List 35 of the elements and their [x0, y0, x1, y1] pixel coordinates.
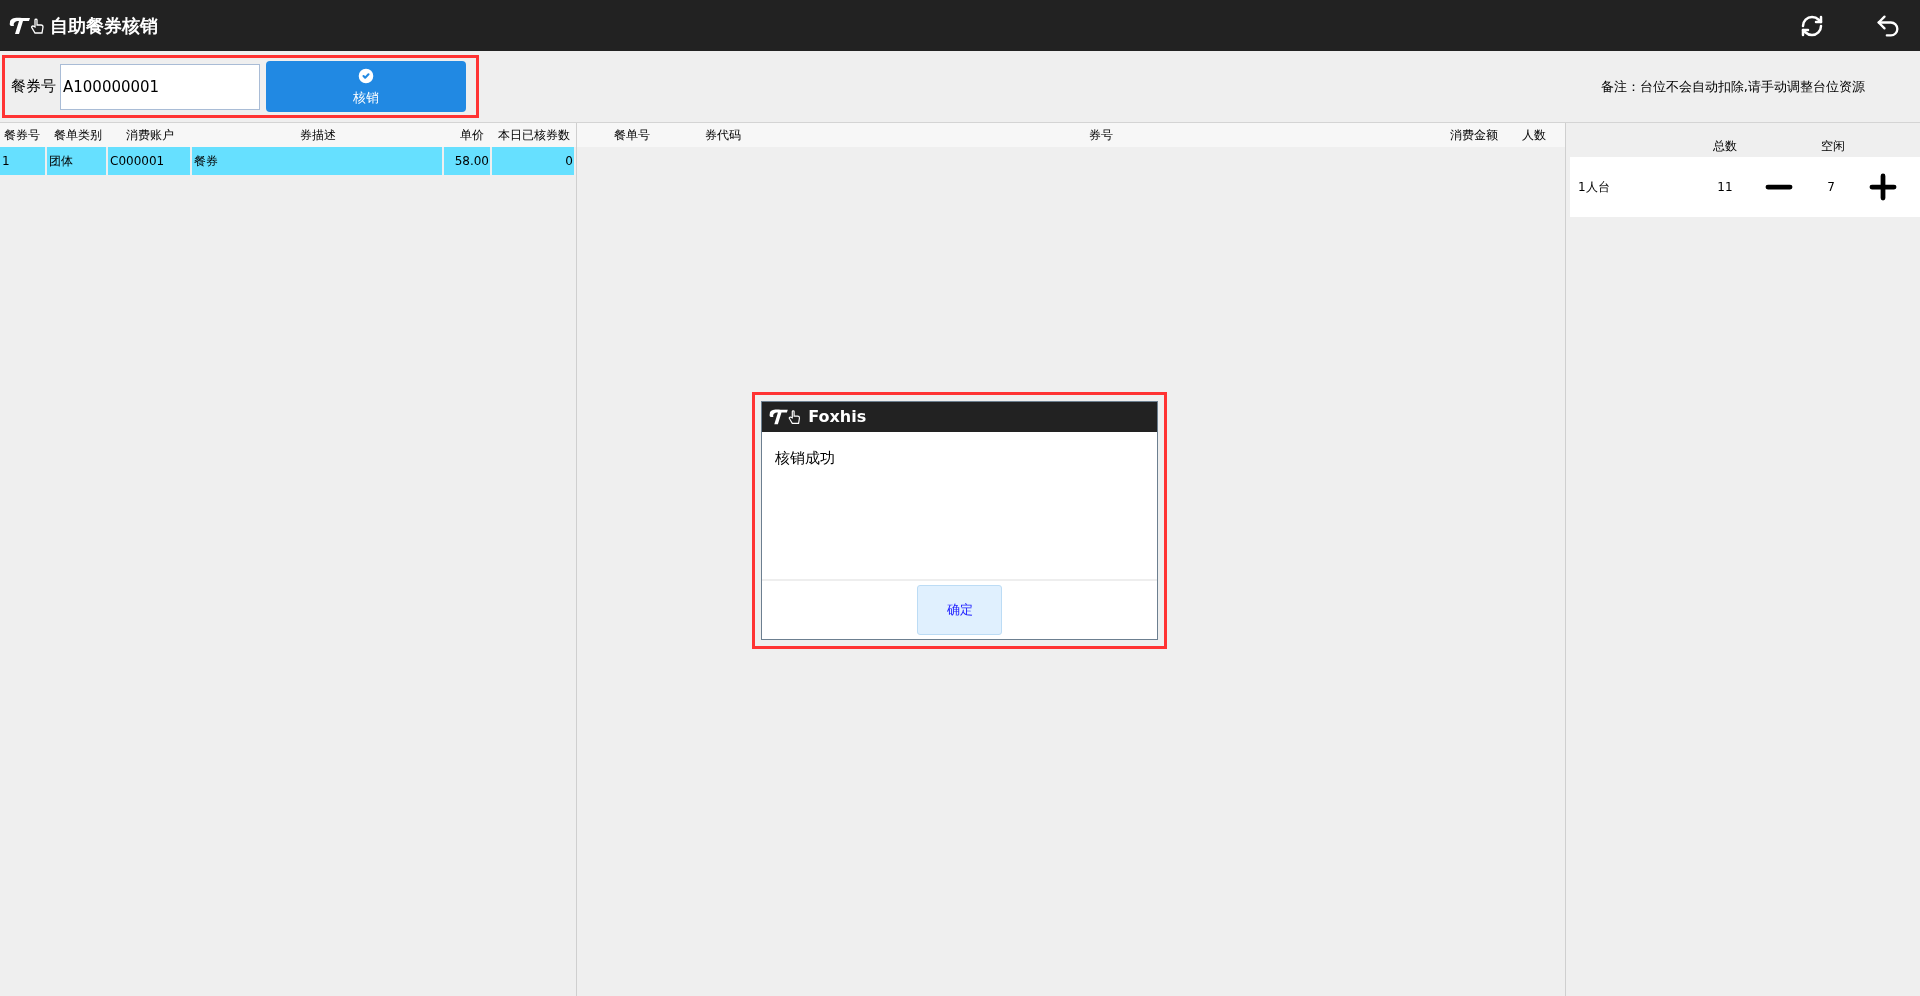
table-cell: 58.00: [444, 147, 492, 175]
logo-icon: [8, 15, 46, 36]
ok-button[interactable]: 确定: [917, 585, 1002, 635]
column-header: 本日已核券数: [497, 127, 571, 144]
voucher-input[interactable]: A100000001: [60, 63, 260, 110]
column-header: 空闲: [1820, 138, 1846, 155]
column-header: 人数: [1521, 127, 1547, 144]
seat-type: 1人台: [1577, 179, 1611, 196]
column-header: 总数: [1712, 138, 1738, 155]
table-cell: 1: [0, 147, 47, 175]
logo-icon: [768, 408, 803, 426]
table-cell: 餐券: [192, 147, 444, 175]
column-header: 餐单号: [613, 127, 651, 144]
column-header: 消费金额: [1449, 127, 1499, 144]
column-header: 券代码: [704, 127, 742, 144]
check-circle-icon: [356, 65, 376, 86]
table-cell: 0: [492, 147, 576, 175]
dialog-title: Foxhis: [808, 406, 867, 428]
column-header: 单价: [459, 127, 485, 144]
column-header: 券号: [1088, 127, 1114, 144]
column-header: 消费账户: [125, 127, 175, 144]
column-header: 餐券号: [3, 127, 41, 144]
table-cell: C000001: [108, 147, 192, 175]
voucher-row[interactable]: 1 团体 C000001 餐券 58.00 0: [0, 147, 576, 175]
free-count: 7: [1826, 179, 1836, 196]
column-header: 餐单类别: [52, 127, 103, 144]
column-header: 券描述: [299, 127, 337, 144]
table-cell: 团体: [47, 147, 108, 175]
voucher-label: 餐券号: [11, 76, 56, 98]
verify-button[interactable]: 核销: [266, 61, 466, 112]
refresh-icon: [1800, 13, 1824, 38]
note-text: 备注：台位不会自动扣除,请手动调整台位资源: [1600, 77, 1865, 96]
dialog-message: 核销成功: [775, 449, 835, 467]
total-count: 11: [1716, 179, 1734, 196]
app-title: 自助餐券核销: [50, 14, 158, 38]
